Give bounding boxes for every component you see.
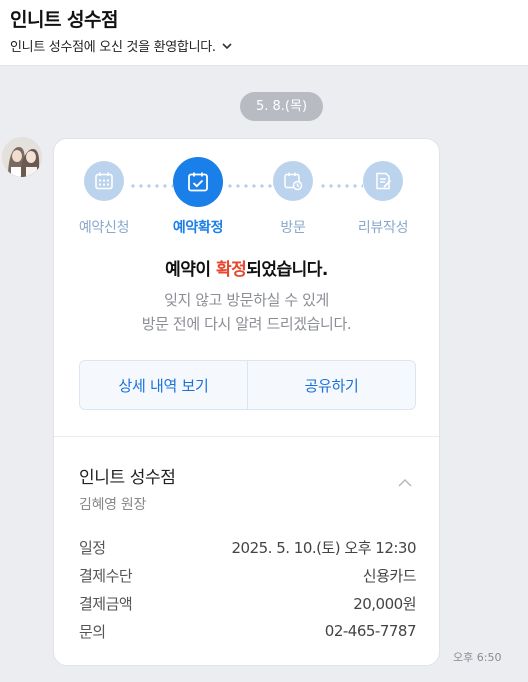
- description-line-1: 잊지 않고 방문하실 수 있게: [164, 291, 329, 309]
- step-label-confirmed: 예약확정: [172, 220, 224, 236]
- info-key: 문의: [79, 622, 106, 641]
- calendar-grid-icon: [95, 172, 113, 190]
- info-row-payment-amount: 결제금액 20,000원: [79, 589, 416, 617]
- chevron-up-icon[interactable]: [397, 475, 413, 491]
- header-subtitle: 인니트 성수점에 오신 것을 환영합니다.: [10, 40, 216, 55]
- step-label-review: 리뷰작성: [357, 220, 409, 236]
- headline-suffix: 되었습니다.: [246, 260, 328, 280]
- confirmation-description: 잊지 않고 방문하실 수 있게 방문 전에 다시 알려 드리겠습니다.: [54, 288, 439, 336]
- step-connector: [226, 184, 272, 188]
- calendar-check-icon: [188, 172, 208, 192]
- chevron-down-icon: [222, 42, 232, 49]
- info-value: 20,000원: [353, 594, 416, 613]
- step-visit: [273, 161, 313, 201]
- step-review: [363, 161, 403, 201]
- shop-name: 인니트 성수점: [79, 468, 176, 488]
- info-value: 2025. 5. 10.(토) 오후 12:30: [231, 538, 416, 557]
- step-label-visit: 방문: [280, 220, 306, 236]
- info-key: 결제금액: [79, 594, 133, 613]
- headline-highlight: 확정: [215, 260, 247, 280]
- info-key: 일정: [79, 538, 106, 557]
- step-request: [84, 161, 124, 201]
- step-confirmed: [173, 157, 223, 207]
- chat-header: 인니트 성수점 인니트 성수점에 오신 것을 환영합니다.: [0, 0, 528, 66]
- reservation-info: 일정 2025. 5. 10.(토) 오후 12:30 결제수단 신용카드 결제…: [79, 533, 417, 645]
- welcome-dropdown[interactable]: 인니트 성수점에 오신 것을 환영합니다.: [10, 36, 233, 55]
- headline-prefix: 예약이: [165, 260, 216, 280]
- document-edit-icon: [376, 172, 392, 190]
- info-value[interactable]: 02-465-7787: [325, 622, 417, 640]
- info-row-inquiry: 문의 02-465-7787: [79, 617, 417, 645]
- info-key: 결제수단: [79, 566, 133, 585]
- step-label-request: 예약신청: [78, 220, 130, 236]
- reservation-card: 예약신청 예약확정 방문 리뷰작성 예약이 확정되었습니다. 잊지 않고 방문하…: [53, 138, 440, 666]
- avatar-image: [2, 137, 42, 177]
- action-buttons: 상세 내역 보기 공유하기: [79, 360, 416, 410]
- info-row-schedule: 일정 2025. 5. 10.(토) 오후 12:30: [79, 533, 416, 561]
- info-value: 신용카드: [362, 566, 417, 585]
- message-timestamp: 오후 6:50: [453, 651, 502, 664]
- staff-name: 김혜영 원장: [79, 497, 147, 513]
- info-row-payment-method: 결제수단 신용카드: [79, 561, 417, 589]
- header-title: 인니트 성수점: [10, 9, 119, 31]
- calendar-clock-icon: [284, 172, 303, 191]
- avatar[interactable]: [2, 137, 42, 177]
- description-line-2: 방문 전에 다시 알려 드리겠습니다.: [141, 315, 352, 333]
- section-divider: [54, 436, 439, 437]
- share-button[interactable]: 공유하기: [248, 361, 415, 409]
- date-divider: 5. 8.(목): [240, 92, 323, 121]
- step-connector: [319, 184, 363, 188]
- step-connector: [129, 184, 173, 188]
- view-details-button[interactable]: 상세 내역 보기: [80, 361, 247, 409]
- confirmation-headline: 예약이 확정되었습니다.: [54, 255, 439, 280]
